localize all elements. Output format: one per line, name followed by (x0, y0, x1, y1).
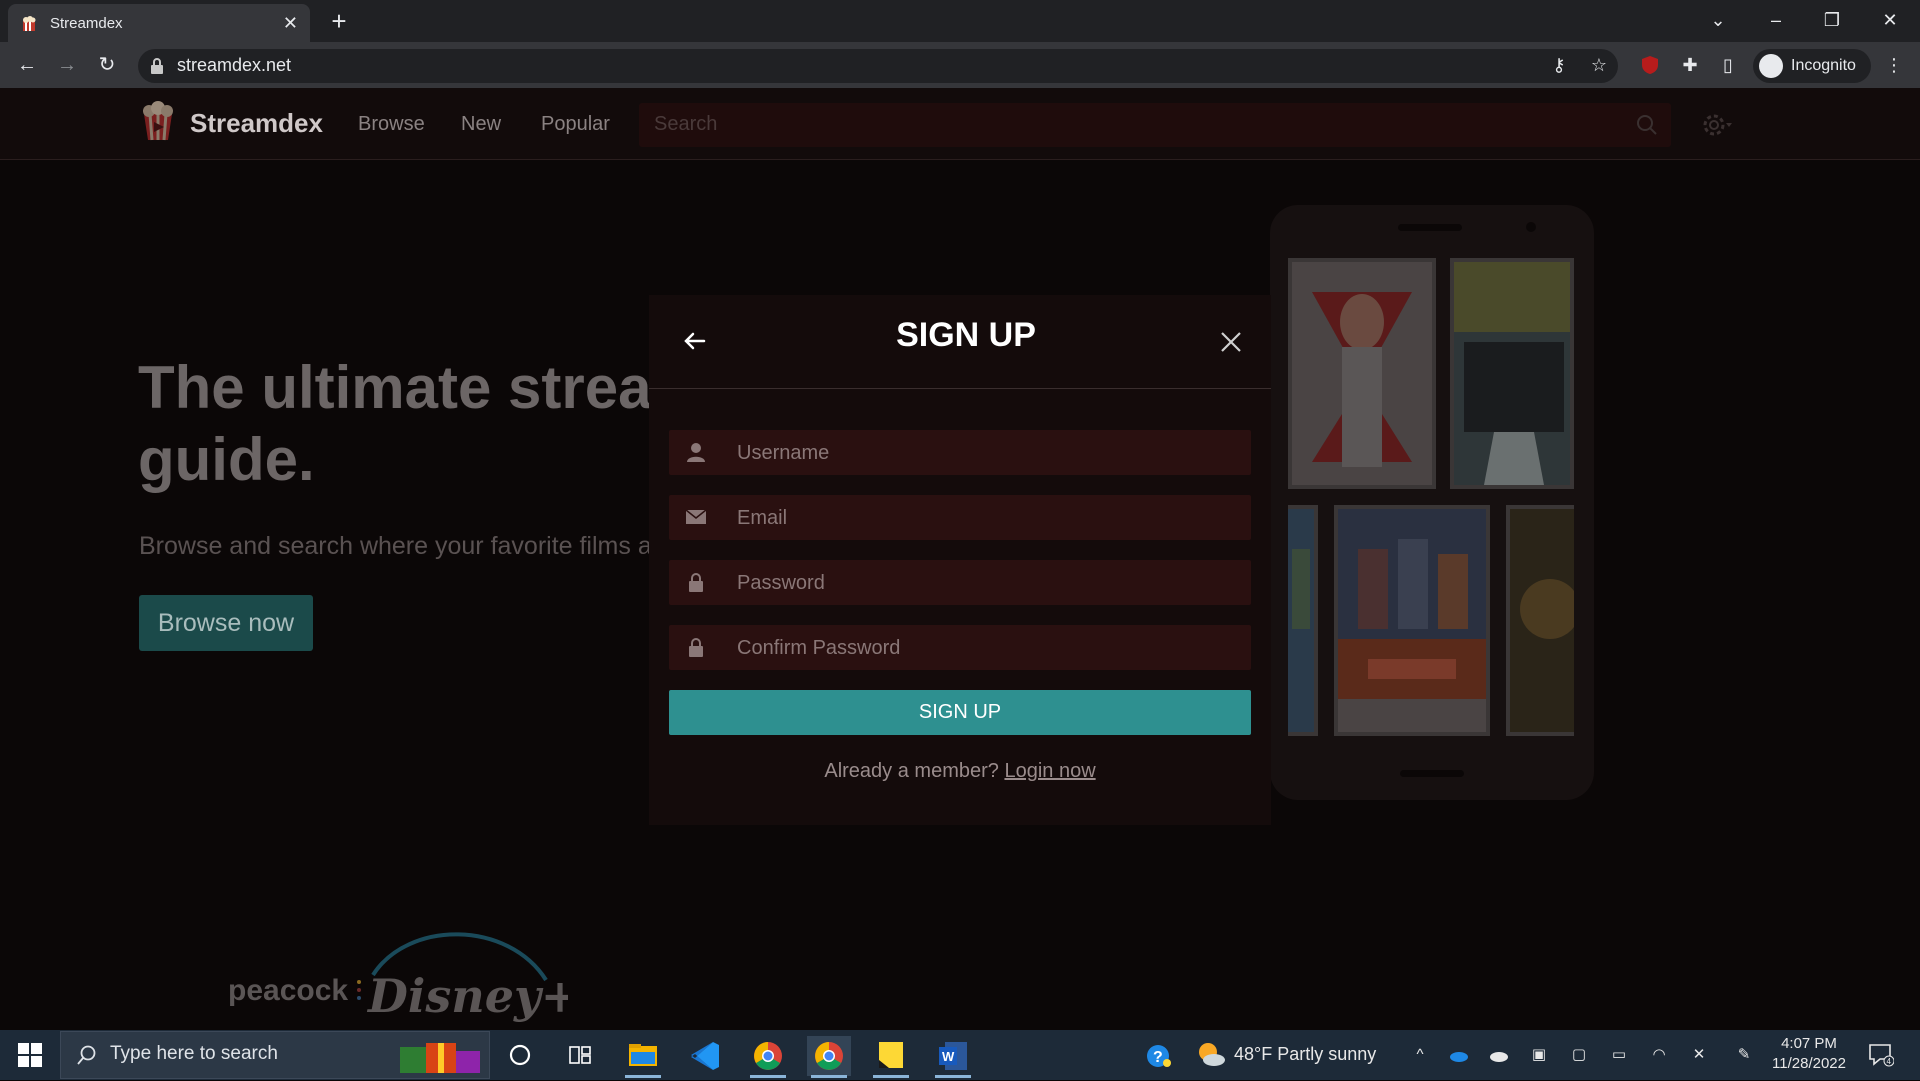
extensions-puzzle-icon[interactable]: ✚ (1676, 51, 1704, 79)
onedrive-blue-icon[interactable] (1449, 1045, 1469, 1065)
minimize-button[interactable]: – (1748, 0, 1804, 40)
modal-divider (649, 388, 1271, 389)
tab-search-icon[interactable]: ⌄ (1690, 0, 1746, 40)
email-placeholder: Email (737, 507, 788, 529)
weather-text[interactable]: 48°F Partly sunny (1234, 1044, 1376, 1065)
windows-start-icon[interactable] (18, 1043, 42, 1067)
phone-home-bar (1400, 770, 1464, 777)
address-bar[interactable] (138, 49, 1618, 83)
movie-poster[interactable] (1288, 258, 1436, 489)
site-search-input[interactable] (639, 103, 1671, 147)
browse-now-button[interactable]: Browse now (139, 595, 313, 651)
password-placeholder: Password (737, 572, 825, 594)
tab-close-icon[interactable]: ✕ (283, 13, 298, 34)
clock-date: 11/28/2022 (1772, 1055, 1846, 1072)
reload-button[interactable]: ↻ (92, 50, 122, 80)
search-icon (77, 1045, 96, 1065)
pen-icon[interactable]: ✎ (1734, 1045, 1754, 1065)
meet-now-icon[interactable]: ▣ (1529, 1045, 1549, 1065)
username-field[interactable]: Username (669, 430, 1251, 475)
tab-title: Streamdex (50, 14, 123, 32)
browser-tab[interactable]: Streamdex ✕ (8, 4, 310, 42)
user-icon (687, 443, 705, 462)
login-link[interactable]: Login now (1004, 760, 1095, 782)
nav-browse[interactable]: Browse (358, 113, 425, 136)
search-icon[interactable] (1636, 114, 1658, 136)
incognito-profile-button[interactable]: Incognito (1753, 49, 1871, 83)
vscode-icon[interactable] (683, 1036, 727, 1076)
chevron-up-icon[interactable]: ^ (1410, 1045, 1430, 1065)
nav-popular[interactable]: Popular (541, 113, 610, 136)
star-icon[interactable]: ☆ (1585, 51, 1613, 79)
close-window-button[interactable]: ✕ (1862, 0, 1918, 40)
url-text[interactable]: streamdex.net (177, 55, 291, 76)
file-explorer-icon[interactable] (621, 1036, 665, 1078)
restore-button[interactable]: ❐ (1804, 0, 1860, 40)
site-brand[interactable]: Streamdex (190, 108, 323, 139)
hero-subtitle: Browse and search where your favorite fi… (139, 532, 652, 560)
back-button[interactable]: ← (12, 50, 42, 80)
cortana-icon[interactable] (508, 1043, 532, 1067)
onedrive-white-icon[interactable] (1489, 1045, 1509, 1065)
movie-poster[interactable] (1450, 258, 1574, 489)
search-placeholder: Search (654, 113, 718, 135)
popcorn-favicon-icon (23, 16, 36, 31)
member-text: Already a member? (824, 760, 999, 782)
modal-title: SIGN UP (896, 316, 1036, 354)
movie-poster[interactable] (1506, 505, 1574, 736)
envelope-icon (685, 509, 707, 524)
clock[interactable]: 4:07 PM 11/28/2022 (1768, 1034, 1850, 1074)
confirm-password-field[interactable]: Confirm Password (669, 625, 1251, 670)
close-icon[interactable] (1217, 328, 1245, 356)
popcorn-logo-icon[interactable] (138, 100, 178, 142)
clock-time: 4:07 PM (1781, 1035, 1837, 1052)
confirm-password-placeholder: Confirm Password (737, 637, 901, 659)
taskbar-search-placeholder: Type here to search (110, 1043, 278, 1064)
partly-sunny-icon[interactable] (1196, 1040, 1226, 1068)
peacock-logo: peacock (228, 974, 348, 1007)
notification-center-icon[interactable]: 4 (1868, 1043, 1894, 1067)
display-icon[interactable]: ▢ (1569, 1045, 1589, 1065)
movie-poster[interactable] (1288, 505, 1318, 736)
forward-button[interactable]: → (52, 50, 82, 80)
browser-menu-icon[interactable]: ⋮ (1880, 51, 1908, 79)
battery-icon[interactable]: ▭ (1609, 1045, 1629, 1065)
key-icon[interactable]: ⚷ (1545, 51, 1573, 79)
nav-new[interactable]: New (461, 113, 501, 136)
ublock-extension-icon[interactable] (1636, 51, 1664, 79)
signup-submit-button[interactable]: SIGN UP (669, 690, 1251, 735)
gifts-icon (400, 1043, 480, 1073)
svg-text:W: W (942, 1049, 955, 1064)
help-icon[interactable]: ? (1145, 1043, 1173, 1069)
phone-camera (1526, 222, 1536, 232)
lock-icon (689, 573, 703, 592)
gear-settings-icon[interactable] (1702, 111, 1732, 139)
chrome-incognito-icon[interactable] (807, 1036, 851, 1078)
word-icon[interactable]: W (931, 1036, 975, 1078)
username-placeholder: Username (737, 442, 830, 464)
svg-text:?: ? (1153, 1049, 1163, 1066)
task-view-icon[interactable] (568, 1043, 592, 1067)
incognito-icon (1759, 54, 1783, 78)
wifi-icon[interactable]: ◠ (1649, 1045, 1669, 1065)
disney-plus-logo: Disney+ (366, 969, 568, 1023)
volume-muted-icon[interactable]: ✕ (1689, 1045, 1709, 1065)
member-prompt: Already a member? Login now (649, 760, 1271, 783)
phone-speaker (1398, 224, 1462, 231)
incognito-label: Incognito (1791, 57, 1856, 74)
lock-icon (151, 58, 163, 74)
side-panel-icon[interactable]: ▯ (1714, 51, 1742, 79)
notification-count: 4 (1887, 1057, 1892, 1066)
chrome-icon[interactable] (746, 1036, 790, 1078)
streaming-service-logos: peacock Disney+ (228, 932, 568, 1023)
lock-icon (689, 638, 703, 657)
sticky-notes-icon[interactable] (869, 1036, 913, 1078)
new-tab-button[interactable]: + (324, 6, 354, 36)
password-field[interactable]: Password (669, 560, 1251, 605)
movie-poster[interactable] (1334, 505, 1490, 736)
email-field[interactable]: Email (669, 495, 1251, 540)
